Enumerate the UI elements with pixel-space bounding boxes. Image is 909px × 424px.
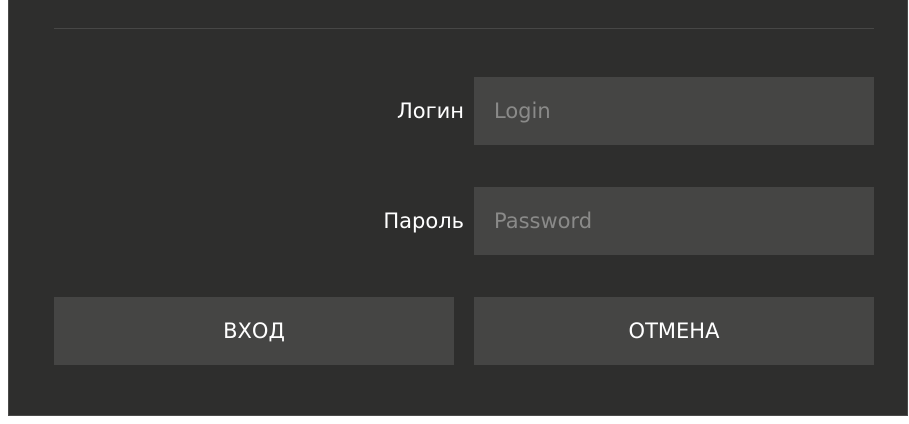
login-dialog: Логин Пароль ВХОД ОТМЕНА — [8, 0, 908, 416]
cancel-button[interactable]: ОТМЕНА — [474, 297, 874, 365]
password-input[interactable] — [474, 187, 874, 255]
password-label: Пароль — [383, 209, 464, 233]
login-label: Логин — [396, 99, 464, 123]
login-input[interactable] — [474, 77, 874, 145]
enter-button[interactable]: ВХОД — [54, 297, 454, 365]
header-divider — [54, 28, 874, 29]
